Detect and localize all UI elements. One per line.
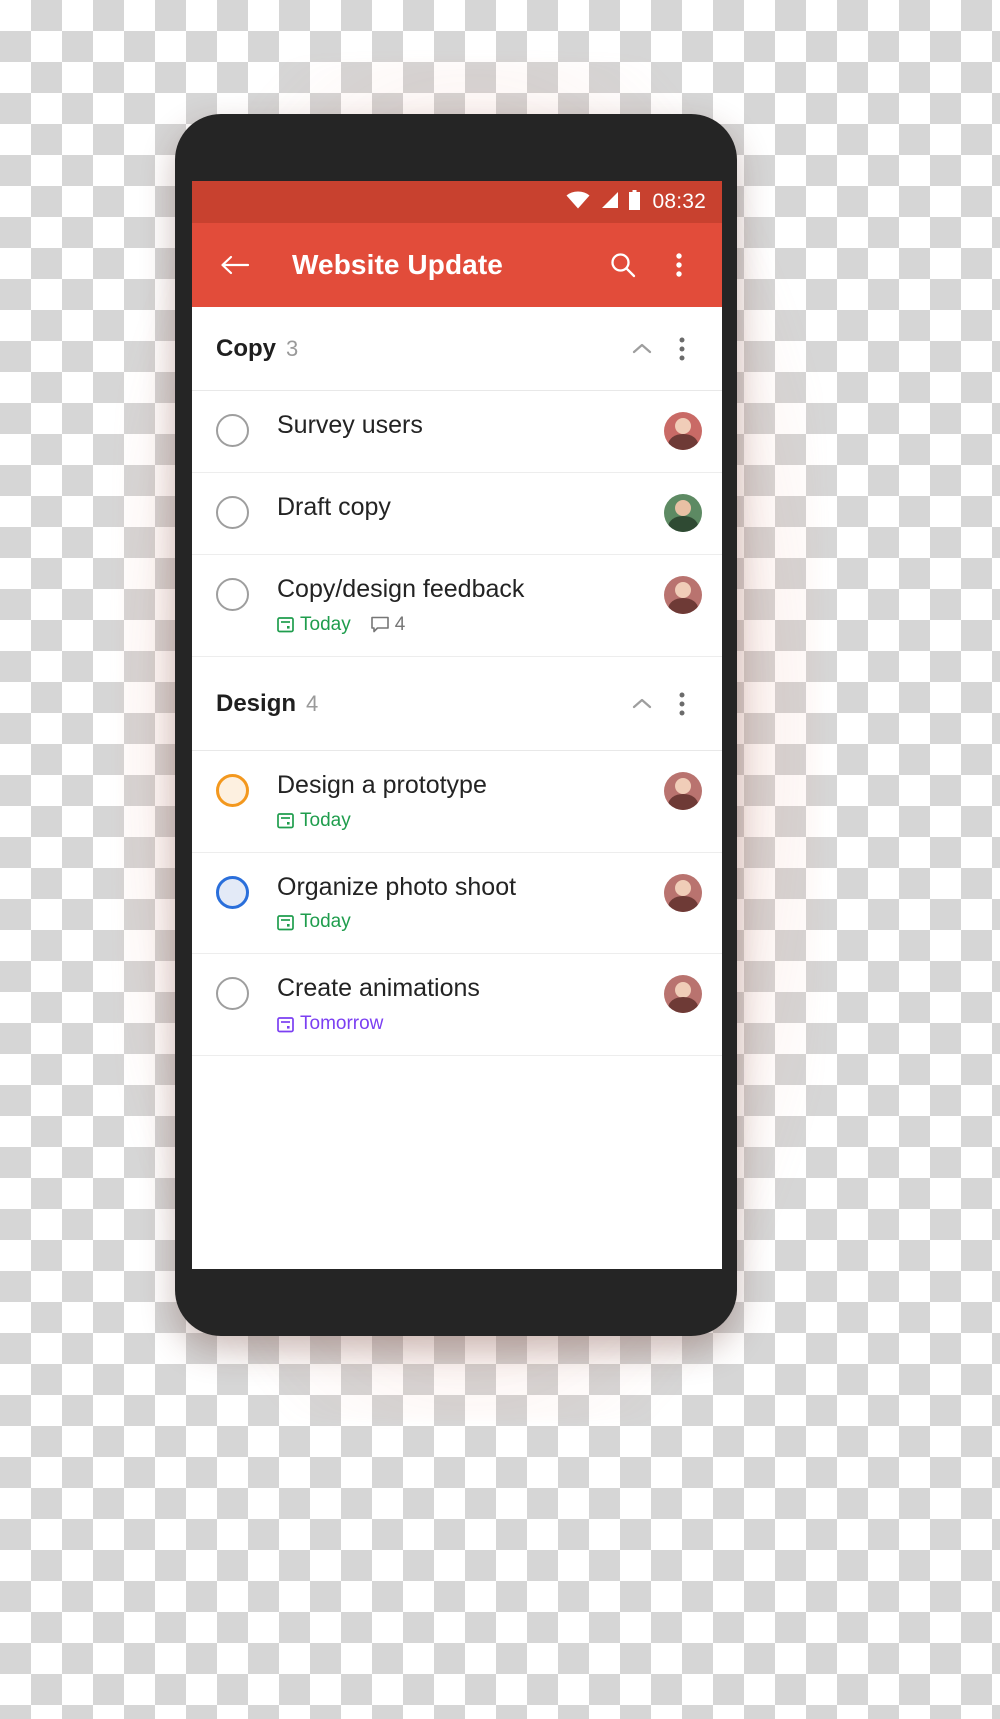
calendar-icon [277, 914, 294, 931]
task-title: Survey users [277, 411, 423, 439]
chevron-up-icon[interactable] [622, 329, 662, 369]
more-options-icon[interactable] [662, 329, 702, 369]
status-bar-time: 08:32 [652, 190, 706, 213]
task-meta: Today [277, 911, 664, 933]
task-title: Organize photo shoot [277, 872, 517, 901]
task-meta: Today [277, 810, 664, 832]
avatar [664, 412, 702, 450]
more-options-icon[interactable] [662, 684, 702, 724]
back-arrow-icon[interactable] [214, 244, 256, 286]
search-icon[interactable] [602, 244, 644, 286]
status-bar: 08:32 [192, 181, 722, 223]
section-header-design[interactable]: Design 4 [192, 656, 722, 751]
table-row[interactable]: Design a prototype Today [192, 751, 722, 853]
more-options-icon[interactable] [658, 244, 700, 286]
table-row[interactable]: Organize photo shoot Today [192, 853, 722, 955]
task-list[interactable]: Copy 3 Survey users Draft copy Copy/desi… [192, 307, 722, 1269]
task-checkbox[interactable] [216, 496, 249, 529]
task-title: Copy/design feedback [277, 575, 525, 603]
task-checkbox[interactable] [216, 875, 249, 909]
table-row[interactable]: Survey users [192, 391, 722, 473]
section-header-copy[interactable]: Copy 3 [192, 307, 722, 391]
due-date-chip[interactable]: Today [277, 614, 351, 636]
section-title: Design [216, 689, 297, 717]
table-row[interactable]: Create animations Tomorrow [192, 954, 722, 1056]
due-date-label: Today [300, 809, 351, 831]
table-row[interactable]: Draft copy [192, 473, 722, 555]
cell-signal-icon [599, 191, 619, 214]
phone-screen: 08:32 Website Update Copy 3 Survey users… [192, 181, 722, 1269]
avatar [664, 771, 702, 810]
task-body: Organize photo shoot Today [277, 873, 664, 934]
page-title: Website Update [292, 249, 503, 280]
avatar [664, 975, 702, 1014]
due-date-chip[interactable]: Today [277, 810, 351, 832]
phone-device-frame: 08:32 Website Update Copy 3 Survey users… [175, 114, 737, 1336]
calendar-icon [277, 617, 294, 633]
due-date-chip[interactable]: Today [277, 911, 351, 933]
task-title: Create animations [277, 974, 480, 1003]
due-date-chip[interactable]: Tomorrow [277, 1013, 383, 1035]
comment-icon [370, 616, 389, 633]
task-checkbox[interactable] [216, 578, 249, 611]
task-checkbox[interactable] [216, 977, 249, 1011]
comment-count-chip[interactable]: 4 [370, 613, 406, 636]
task-body: Create animations Tomorrow [277, 974, 664, 1035]
task-title: Design a prototype [277, 770, 487, 799]
due-date-label: Today [300, 613, 351, 635]
wifi-icon [566, 191, 590, 214]
calendar-icon [277, 1016, 294, 1032]
calendar-icon [277, 813, 294, 829]
section-title: Copy [216, 334, 276, 362]
task-checkbox[interactable] [216, 773, 249, 807]
task-body: Draft copy [277, 493, 664, 522]
task-body: Survey users [277, 411, 664, 440]
task-body: Copy/design feedback Today 4 [277, 575, 664, 636]
task-meta: Today 4 [277, 614, 664, 636]
section-count: 4 [306, 690, 319, 716]
list-empty-space [192, 1056, 722, 1196]
app-bar: Website Update [192, 223, 722, 307]
task-meta: Tomorrow [277, 1013, 664, 1035]
avatar [664, 873, 702, 912]
due-date-label: Tomorrow [300, 1013, 384, 1034]
table-row[interactable]: Copy/design feedback Today 4 [192, 555, 722, 657]
task-title: Draft copy [277, 493, 391, 521]
avatar [664, 576, 702, 614]
screenshot-canvas: 08:32 Website Update Copy 3 Survey users… [0, 0, 1000, 1719]
comment-count-label: 4 [394, 613, 406, 635]
task-checkbox[interactable] [216, 414, 249, 447]
avatar [664, 494, 702, 532]
section-count: 3 [286, 335, 299, 361]
due-date-label: Today [300, 911, 351, 933]
chevron-up-icon[interactable] [622, 684, 662, 724]
task-body: Design a prototype Today [277, 771, 664, 832]
battery-icon [628, 189, 641, 215]
